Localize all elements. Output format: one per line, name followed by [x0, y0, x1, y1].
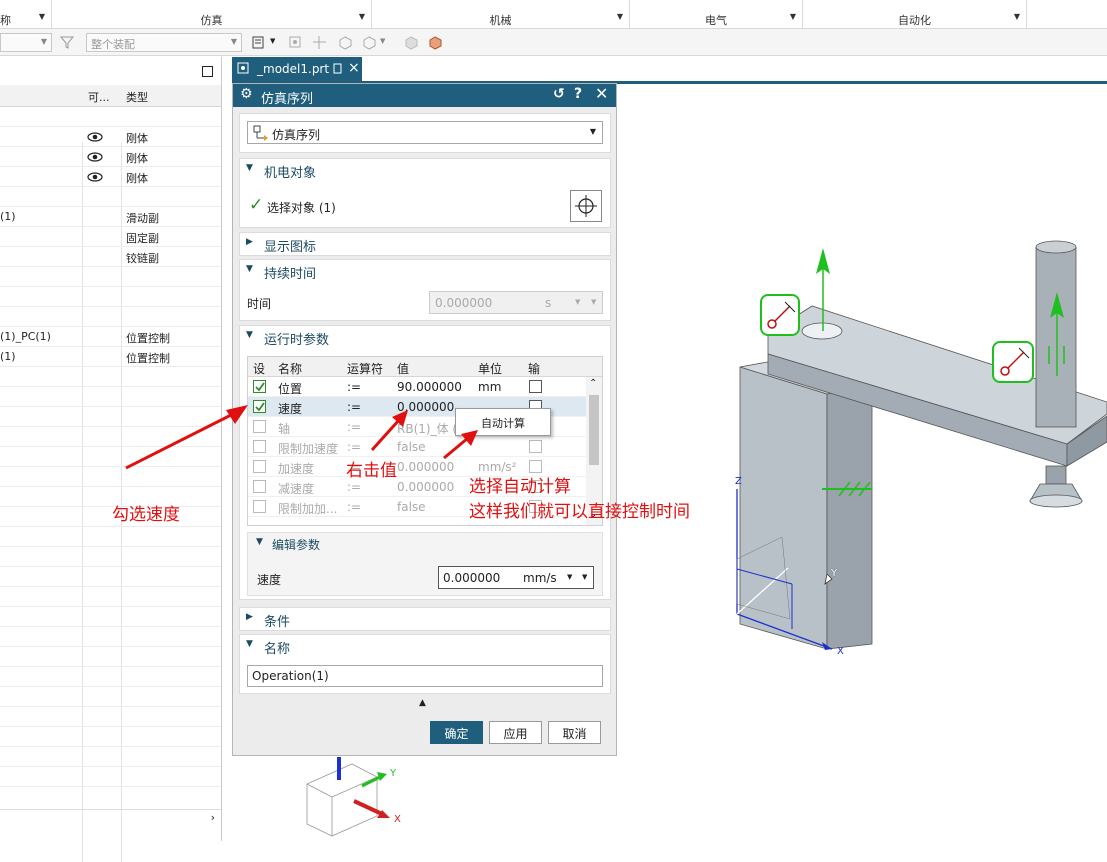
- annotation-arrow-right-click: [370, 410, 408, 452]
- annotation-check-speed: 勾选速度: [112, 505, 180, 525]
- annotation-right-click: 右击值: [346, 461, 397, 481]
- annotation-arrow-check-speed: [125, 405, 248, 470]
- annotation-arrows: [125, 405, 478, 470]
- annotation-auto-calc-line1: 选择自动计算: [469, 477, 571, 497]
- annotation-auto-calc-line2: 这样我们就可以直接控制时间: [469, 502, 690, 522]
- annotation-arrow-auto-calc: [443, 430, 478, 460]
